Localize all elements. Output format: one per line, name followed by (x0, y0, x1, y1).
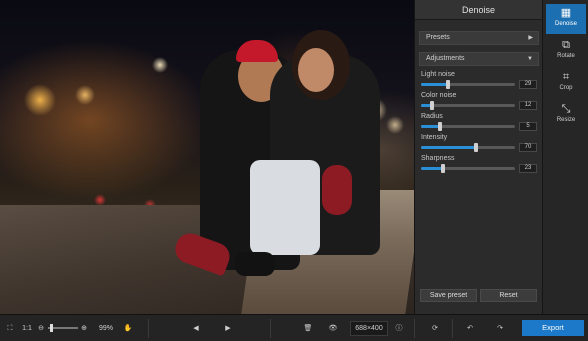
tool-label: Resize (556, 117, 576, 123)
slider-track[interactable] (421, 122, 515, 131)
export-button[interactable]: Export (522, 320, 584, 336)
slider-color-noise[interactable]: Color noise 12 (421, 92, 539, 114)
save-preset-button[interactable]: Save preset (420, 289, 477, 302)
bottom-toolbar: ⛶ 1:1 ⊖ ⊕ 99% ✋ ◀ ▶ 🗑 👁 688×400 ⓘ ⟳ ↶ ↷ … (0, 314, 588, 341)
slider-label: Sharpness (421, 155, 455, 162)
adjustments-label: Adjustments (426, 55, 465, 62)
tool-rotate[interactable]: ⧉ Rotate (546, 36, 586, 66)
slider-label: Radius (421, 113, 443, 120)
hand-icon[interactable]: ✋ (122, 321, 134, 336)
tool-resize[interactable]: ⤡ Resize (546, 100, 586, 130)
crop-icon: ⌗ (562, 71, 570, 83)
slider-value-field[interactable]: 29 (519, 80, 537, 89)
slider-handle[interactable] (446, 80, 451, 89)
black-sneaker (235, 252, 275, 276)
chevron-down-icon: ▼ (527, 56, 533, 62)
presets-label: Presets (426, 34, 450, 41)
slider-value-field[interactable]: 70 (519, 143, 537, 152)
slider-sharpness[interactable]: Sharpness 23 (421, 155, 539, 177)
redo-icon[interactable]: ↷ (493, 321, 507, 336)
slider-light-noise[interactable]: Light noise 29 (421, 71, 539, 93)
slider-handle[interactable] (430, 101, 435, 110)
slider-value-field[interactable]: 12 (519, 101, 537, 110)
zoom-in-icon[interactable]: ⊕ (79, 321, 89, 336)
divider (270, 319, 271, 338)
refresh-icon[interactable]: ⟳ (428, 321, 442, 336)
red-sneaker-right (322, 165, 352, 215)
tool-column: ▦ Denoise ⧉ Rotate ⌗ Crop ⤡ Resize (542, 0, 588, 314)
divider (414, 319, 415, 338)
zoom-out-icon[interactable]: ⊖ (36, 321, 46, 336)
tool-label: Denoise (554, 21, 577, 27)
red-cap (236, 40, 278, 62)
eye-icon[interactable]: 👁 (326, 321, 340, 336)
slider-value-field[interactable]: 5 (519, 122, 537, 131)
image-size-display: 688×400 (350, 321, 388, 336)
slider-track[interactable] (421, 164, 515, 173)
panel-title: Denoise (415, 0, 542, 20)
slider-handle[interactable] (437, 122, 442, 131)
slider-label: Color noise (421, 92, 457, 99)
previous-icon[interactable]: ◀ (190, 321, 202, 336)
tool-crop[interactable]: ⌗ Crop (546, 68, 586, 98)
slider-radius[interactable]: Radius 5 (421, 113, 539, 135)
info-icon[interactable]: ⓘ (393, 321, 405, 336)
trash-icon[interactable]: 🗑 (302, 321, 314, 336)
zoom-value: 99% (98, 325, 113, 332)
chevron-right-icon: ▶ (528, 35, 533, 41)
slider-value-field[interactable]: 23 (519, 164, 537, 173)
presets-section[interactable]: Presets ▶ (419, 31, 539, 45)
next-icon[interactable]: ▶ (222, 321, 234, 336)
tool-denoise[interactable]: ▦ Denoise (546, 4, 586, 34)
zoom-slider-handle[interactable] (50, 324, 53, 332)
slider-intensity[interactable]: Intensity 70 (421, 134, 539, 156)
divider (452, 319, 453, 338)
adjustments-section[interactable]: Adjustments ▼ (419, 52, 539, 66)
denoise-icon: ▦ (560, 7, 572, 19)
rotate-icon: ⧉ (562, 39, 570, 51)
denoise-panel: Denoise Presets ▶ Adjustments ▼ Light no… (414, 0, 542, 314)
photo-canvas[interactable] (0, 0, 414, 314)
slider-handle[interactable] (473, 143, 478, 152)
slider-fill (421, 146, 476, 149)
tool-label: Crop (559, 85, 573, 91)
slider-track[interactable] (421, 101, 515, 110)
slider-track[interactable] (421, 80, 515, 89)
slider-fill (421, 83, 449, 86)
slider-fill (421, 125, 440, 128)
ratio-button[interactable]: 1:1 (20, 321, 34, 336)
tool-label: Rotate (557, 53, 575, 59)
fit-screen-icon[interactable]: ⛶ (4, 321, 16, 336)
divider (148, 319, 149, 338)
slider-label: Intensity (421, 134, 448, 141)
reset-button[interactable]: Reset (480, 289, 537, 302)
undo-icon[interactable]: ↶ (463, 321, 477, 336)
slider-label: Light noise (421, 71, 455, 78)
slider-track[interactable] (421, 143, 515, 152)
resize-icon: ⤡ (561, 103, 571, 115)
slider-fill (421, 167, 443, 170)
ripped-jeans (250, 160, 320, 255)
slider-handle[interactable] (440, 164, 445, 173)
woman-face (298, 48, 334, 92)
